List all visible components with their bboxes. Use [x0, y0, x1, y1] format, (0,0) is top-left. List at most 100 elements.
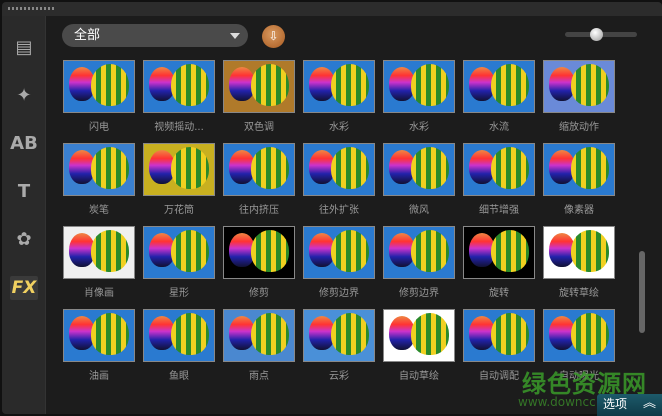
effect-label: 双色调	[244, 122, 274, 133]
effect-tile[interactable]: 油画	[63, 309, 135, 382]
effect-label: 鱼眼	[169, 371, 189, 382]
effect-tile[interactable]: 往内挤压	[223, 143, 295, 216]
sidebar-fx-icon[interactable]: FX	[10, 276, 38, 300]
balloon-image	[571, 147, 609, 189]
chevron-down-icon	[230, 33, 240, 39]
effect-thumbnail	[303, 226, 375, 279]
effect-label: 微风	[409, 205, 429, 216]
effect-thumbnail	[223, 143, 295, 196]
sidebar-transition-icon[interactable]: ✦	[10, 84, 38, 108]
effect-thumbnail	[143, 309, 215, 362]
effect-tile[interactable]: 细节增强	[463, 143, 535, 216]
options-button[interactable]: 选项 ︽	[597, 394, 662, 416]
balloon-image	[91, 230, 129, 272]
effect-label: 自动草绘	[399, 371, 439, 382]
effect-tile[interactable]: 像素器	[543, 143, 615, 216]
balloon-image	[171, 147, 209, 189]
effect-label: 修剪边界	[399, 288, 439, 299]
effect-thumbnail	[543, 143, 615, 196]
effect-tile[interactable]: 云彩	[303, 309, 375, 382]
effects-library-panel: ▤ ✦ AB T ✿ FX 全部 ⇩ 闪电 视频摇动... 双色调 水彩 水彩 水流 缩放动作炭笔 万花…	[2, 2, 662, 414]
balloon-image	[491, 313, 529, 355]
balloon-image	[331, 230, 369, 272]
effect-label: 肖像画	[84, 288, 114, 299]
effect-thumbnail	[463, 309, 535, 362]
effect-label: 炭笔	[89, 205, 109, 216]
effect-thumbnail	[543, 226, 615, 279]
effect-thumbnail	[303, 309, 375, 362]
effect-tile[interactable]: 微风	[383, 143, 455, 216]
import-download-button[interactable]: ⇩	[262, 25, 285, 48]
effect-label: 旋转草绘	[559, 288, 599, 299]
effect-thumbnail	[63, 143, 135, 196]
panel-title-bar[interactable]	[2, 2, 662, 16]
sidebar-graphic-icon[interactable]: ✿	[10, 228, 38, 252]
effect-tile[interactable]: 肖像画	[63, 226, 135, 299]
effect-thumbnail	[303, 143, 375, 196]
effect-thumbnail	[63, 60, 135, 113]
balloon-image	[411, 313, 449, 355]
effect-thumbnail	[463, 226, 535, 279]
slider-knob[interactable]	[590, 28, 603, 41]
effect-tile[interactable]: 修剪	[223, 226, 295, 299]
effect-label: 闪电	[89, 122, 109, 133]
effect-tile[interactable]: 水彩	[383, 60, 455, 133]
effect-thumbnail	[143, 60, 215, 113]
effect-tile[interactable]: 视频摇动...	[143, 60, 215, 133]
effect-tile[interactable]: 修剪边界	[383, 226, 455, 299]
effect-thumbnail	[223, 60, 295, 113]
effect-label: 水彩	[329, 122, 349, 133]
sidebar: ▤ ✦ AB T ✿ FX	[2, 16, 46, 414]
thumbnail-size-slider[interactable]	[565, 28, 637, 41]
drag-grip-icon[interactable]	[8, 7, 56, 10]
sidebar-media-icon[interactable]: ▤	[10, 36, 38, 60]
balloon-image	[491, 64, 529, 106]
effect-tile[interactable]: 往外扩张	[303, 143, 375, 216]
effect-thumbnail	[383, 309, 455, 362]
effect-thumbnail	[63, 226, 135, 279]
effect-tile[interactable]: 炭笔	[63, 143, 135, 216]
balloon-image	[171, 230, 209, 272]
effect-label: 缩放动作	[559, 122, 599, 133]
effect-thumbnail	[143, 143, 215, 196]
effect-tile[interactable]: 双色调	[223, 60, 295, 133]
effect-tile[interactable]: 雨点	[223, 309, 295, 382]
sidebar-title-icon[interactable]: AB	[10, 132, 38, 156]
balloon-image	[171, 313, 209, 355]
effect-label: 油画	[89, 371, 109, 382]
effect-tile[interactable]: 闪电	[63, 60, 135, 133]
options-label: 选项	[603, 397, 628, 411]
effect-tile[interactable]: 鱼眼	[143, 309, 215, 382]
balloon-image	[91, 313, 129, 355]
balloon-image	[571, 313, 609, 355]
sidebar-text-icon[interactable]: T	[10, 180, 38, 204]
effect-label: 星形	[169, 288, 189, 299]
effect-label: 万花筒	[164, 205, 194, 216]
effect-tile[interactable]: 水彩	[303, 60, 375, 133]
effect-thumbnail	[63, 309, 135, 362]
vertical-scrollbar[interactable]	[639, 251, 645, 333]
balloon-image	[251, 64, 289, 106]
balloon-image	[411, 230, 449, 272]
effect-thumbnail	[543, 60, 615, 113]
effect-label: 云彩	[329, 371, 349, 382]
effect-label: 水彩	[409, 122, 429, 133]
effect-tile[interactable]: 万花筒	[143, 143, 215, 216]
effect-tile[interactable]: 旋转	[463, 226, 535, 299]
balloon-image	[91, 147, 129, 189]
effect-label: 细节增强	[479, 205, 519, 216]
effect-tile[interactable]: 水流	[463, 60, 535, 133]
balloon-image	[331, 64, 369, 106]
effect-tile[interactable]: 自动草绘	[383, 309, 455, 382]
double-chevron-up-icon: ︽	[642, 396, 656, 411]
effect-thumbnail	[383, 143, 455, 196]
effect-thumbnail	[223, 226, 295, 279]
effect-tile[interactable]: 修剪边界	[303, 226, 375, 299]
category-dropdown[interactable]: 全部	[62, 24, 248, 47]
effect-label: 雨点	[249, 371, 269, 382]
balloon-image	[91, 64, 129, 106]
balloon-image	[491, 230, 529, 272]
effect-tile[interactable]: 旋转草绘	[543, 226, 615, 299]
effect-tile[interactable]: 缩放动作	[543, 60, 615, 133]
effect-tile[interactable]: 星形	[143, 226, 215, 299]
